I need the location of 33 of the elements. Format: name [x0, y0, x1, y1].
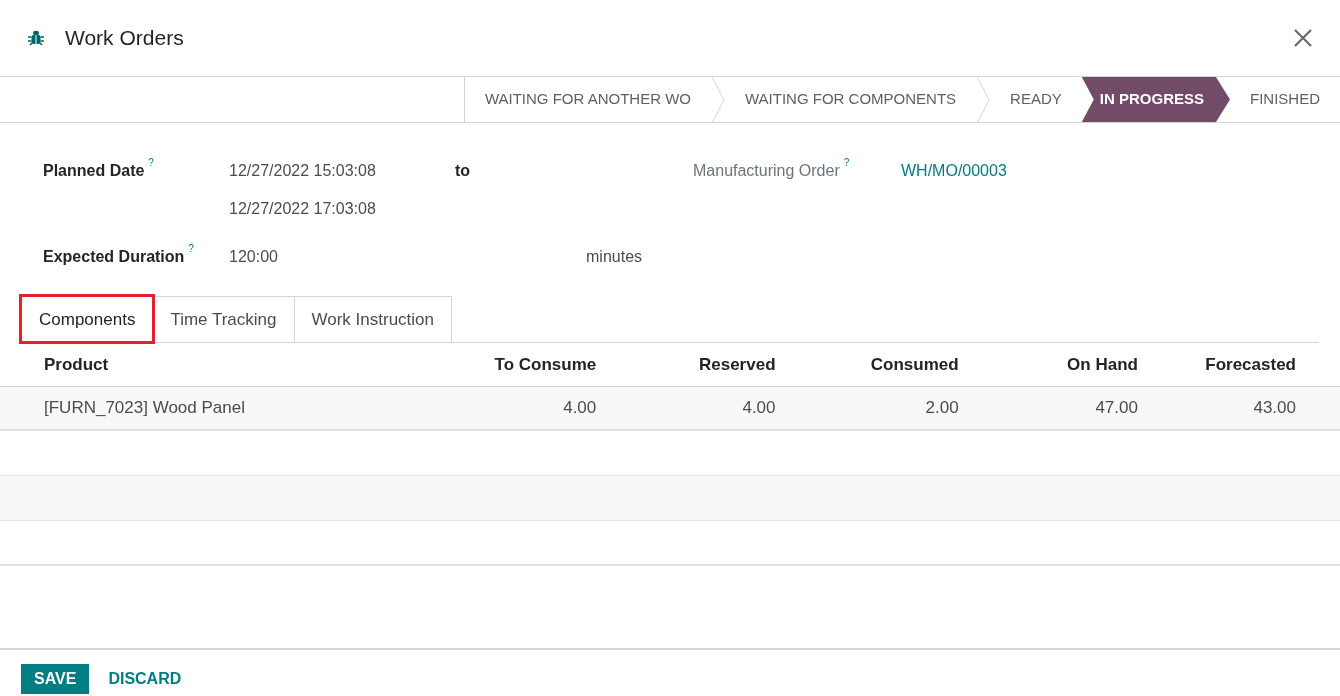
table-cell-text: 2.00: [924, 397, 959, 420]
column-header[interactable]: Forecasted: [1137, 351, 1296, 378]
help-mark[interactable]: ?: [188, 241, 194, 256]
field-label: Expected Duration: [43, 247, 185, 267]
tab[interactable]: Work Instruction: [293, 296, 453, 342]
close-icon[interactable]: [1293, 28, 1313, 48]
column-header[interactable]: Product: [44, 351, 411, 378]
start-date[interactable]: 12/27/2022 15:03:08: [229, 159, 455, 183]
discard-button[interactable]: DISCARD: [95, 664, 195, 694]
column-header[interactable]: To Consume: [410, 351, 597, 378]
table-cell-text: 47.00: [1094, 397, 1138, 420]
field-label: Planned Date: [43, 161, 145, 181]
table-cell-text: 4.00: [741, 397, 776, 420]
column-header[interactable]: Consumed: [775, 351, 959, 378]
table-cell-text: [FURN_7023] Wood Panel: [44, 397, 246, 420]
manufacturing-order-link[interactable]: WH/MO/00003: [901, 159, 1007, 269]
duration-value[interactable]: 120:00: [229, 245, 586, 269]
table-cell-text: 4.00: [562, 397, 597, 420]
field-label: Manufacturing Order: [693, 161, 840, 181]
table-cell-text: 43.00: [1252, 397, 1296, 420]
status-stage[interactable]: IN PROGRESS: [1081, 77, 1230, 122]
end-date[interactable]: 12/27/2022 17:03:08: [229, 197, 471, 221]
column-header[interactable]: Reserved: [596, 351, 776, 378]
tab[interactable]: Components: [21, 296, 154, 342]
bug-icon: [27, 29, 45, 47]
help-mark[interactable]: ?: [843, 155, 850, 170]
duration-unit: minutes: [586, 247, 643, 267]
window-title: Work Orders: [65, 25, 184, 52]
to-label: to: [455, 161, 471, 181]
save-button[interactable]: SAVE: [21, 664, 90, 694]
table-row[interactable]: [FURN_7023] Wood Panel 4.00 4.00 2.00 47.00 43.00: [0, 387, 1340, 431]
column-header[interactable]: On Hand: [958, 351, 1138, 378]
help-mark[interactable]: ?: [148, 155, 154, 170]
